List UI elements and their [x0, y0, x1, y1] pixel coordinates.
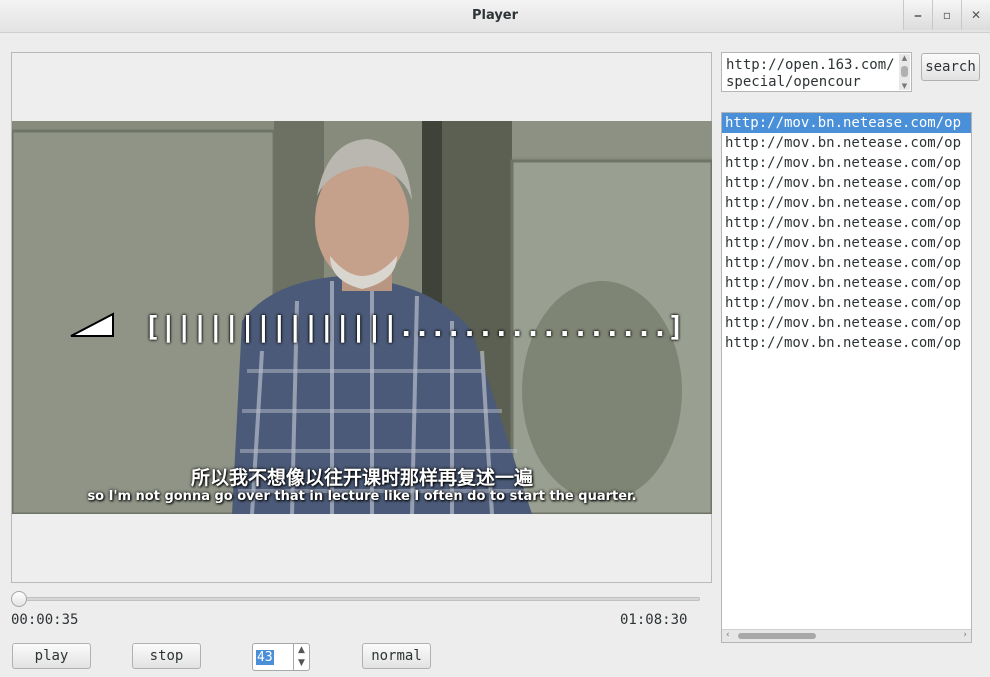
- url-input-scrollbar[interactable]: ▲ ▼: [899, 54, 910, 90]
- maximize-button[interactable]: ▫: [932, 0, 961, 30]
- list-item[interactable]: http://mov.bn.netease.com/op: [722, 333, 971, 353]
- volume-osd-bar: [|||||||||||||||.................]: [144, 310, 684, 343]
- speed-button[interactable]: normal: [362, 643, 431, 669]
- spinbox-value[interactable]: 43: [256, 650, 274, 665]
- list-item[interactable]: http://mov.bn.netease.com/op: [722, 313, 971, 333]
- close-button[interactable]: ✕: [961, 0, 990, 30]
- results-horizontal-scrollbar[interactable]: ‹ ›: [722, 629, 971, 642]
- minimize-button[interactable]: ⎯: [903, 0, 932, 30]
- list-item[interactable]: http://mov.bn.netease.com/op: [722, 273, 971, 293]
- video-panel[interactable]: [|||||||||||||||.................] 所以我不想…: [11, 52, 712, 583]
- spinbox-field[interactable]: 43: [252, 643, 294, 671]
- search-button[interactable]: search: [921, 53, 980, 81]
- video-frame[interactable]: [|||||||||||||||.................] 所以我不想…: [12, 121, 712, 514]
- scroll-up-icon[interactable]: ▲: [899, 54, 910, 62]
- window-controls: ⎯ ▫ ✕: [903, 0, 990, 30]
- results-scroll-thumb[interactable]: [738, 633, 816, 639]
- window-title: Player: [471, 8, 519, 23]
- url-input-text[interactable]: http://open.163.com/special/opencour: [726, 57, 896, 91]
- play-button[interactable]: play: [12, 643, 91, 669]
- results-list[interactable]: http://mov.bn.netease.com/op http://mov.b…: [721, 112, 972, 643]
- list-item[interactable]: http://mov.bn.netease.com/op: [722, 293, 971, 313]
- url-scroll-thumb[interactable]: [901, 66, 908, 77]
- chevron-down-icon[interactable]: ▼: [294, 657, 309, 670]
- seek-slider-track[interactable]: [14, 597, 700, 601]
- title-bar: Player ⎯ ▫ ✕: [0, 0, 990, 33]
- total-time: 01:08:30: [620, 612, 688, 628]
- stop-button[interactable]: stop: [132, 643, 201, 669]
- scroll-right-icon[interactable]: ›: [963, 630, 967, 640]
- volume-icon: [70, 312, 114, 337]
- list-item[interactable]: http://mov.bn.netease.com/op: [722, 213, 971, 233]
- scroll-down-icon[interactable]: ▼: [899, 82, 910, 90]
- seek-slider-handle[interactable]: [11, 591, 28, 607]
- chevron-up-icon[interactable]: ▲: [294, 644, 309, 657]
- list-item[interactable]: http://mov.bn.netease.com/op: [722, 113, 971, 133]
- list-item[interactable]: http://mov.bn.netease.com/op: [722, 153, 971, 173]
- list-item[interactable]: http://mov.bn.netease.com/op: [722, 193, 971, 213]
- list-item[interactable]: http://mov.bn.netease.com/op: [722, 253, 971, 273]
- list-item[interactable]: http://mov.bn.netease.com/op: [722, 173, 971, 193]
- spinbox-arrows[interactable]: ▲ ▼: [294, 643, 310, 671]
- volume-spinbox[interactable]: 43 ▲ ▼: [252, 643, 310, 671]
- list-item[interactable]: http://mov.bn.netease.com/op: [722, 133, 971, 153]
- url-input[interactable]: http://open.163.com/special/opencour ▲ ▼: [721, 52, 912, 92]
- current-time: 00:00:35: [11, 612, 79, 628]
- subtitle-english: so I'm not gonna go over that in lecture…: [87, 489, 637, 504]
- subtitle-chinese: 所以我不想像以往开课时那样再复述一遍: [190, 467, 533, 489]
- list-item[interactable]: http://mov.bn.netease.com/op: [722, 233, 971, 253]
- scroll-left-icon[interactable]: ‹: [726, 630, 730, 640]
